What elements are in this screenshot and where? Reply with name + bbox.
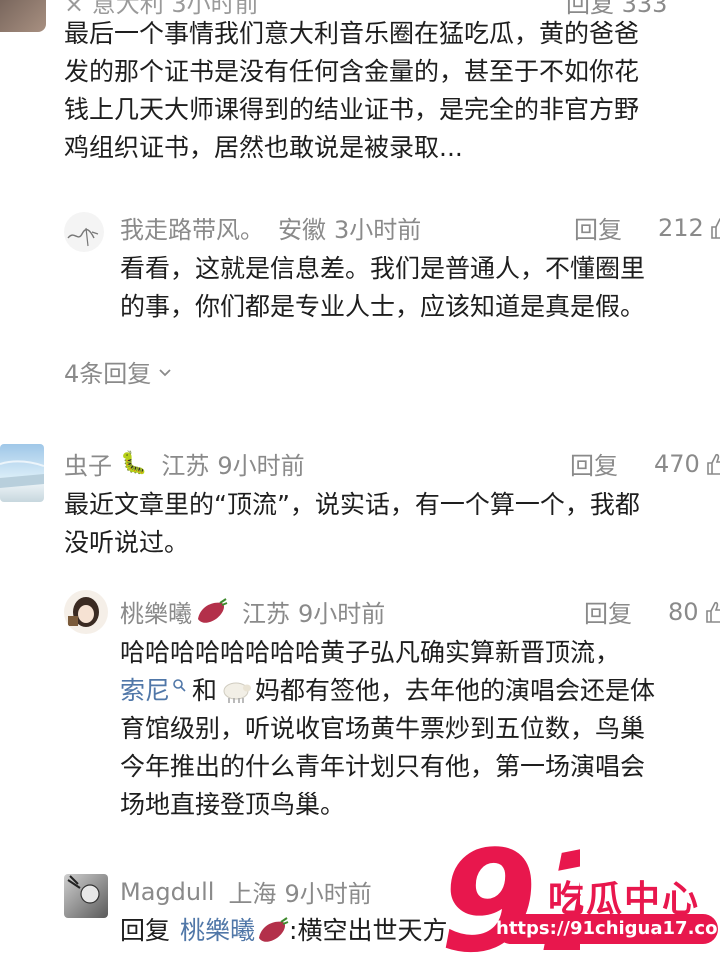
location: 江苏 [161, 452, 210, 480]
mention-link[interactable]: 桃樂曦 [180, 912, 255, 950]
comment-body: 最后一个事情我们意大利音乐圈在猛吃瓜，黄的爸爸 发的那个证书是没有任何含金量的，… [64, 19, 640, 162]
location: 安徽 [278, 216, 326, 244]
username[interactable]: 我走路带风。 [120, 210, 264, 245]
reply-body: 看看，这就是信息差。我们是普通人，不懂圈里 的事，你们都是专业人士，应该知道是真… [120, 254, 646, 321]
landscape-icon [0, 460, 44, 488]
reply-body: 哈哈哈哈哈哈哈哈黄子弘凡确实算新晋顶流， 索尼 和 妈都有签他，去年他的演唱会还… [120, 638, 656, 819]
signature-avatar-icon [67, 227, 99, 247]
username[interactable]: 桃樂曦 [120, 594, 192, 629]
sketch-avatar-icon [67, 875, 100, 904]
watermark-url: https://91chigua17.com [496, 914, 720, 944]
thumbs-up-icon[interactable] [705, 600, 720, 624]
avatar[interactable] [64, 874, 108, 918]
thumbs-up-icon[interactable] [710, 216, 720, 240]
reply-actions: 回复 80 [584, 594, 720, 629]
reply-button[interactable]: 回复 [584, 594, 632, 629]
avatar[interactable] [64, 590, 108, 634]
timestamp: 9小时前 [284, 880, 372, 908]
search-icon[interactable] [172, 678, 186, 692]
sheep-icon [223, 682, 252, 703]
like-count: 212 [658, 213, 704, 242]
like-count: 80 [668, 597, 699, 626]
caterpillar-icon: 🐛 [120, 451, 148, 476]
reply-meta: 我走路带风。 安徽 3小时前 [120, 210, 421, 245]
reply-button[interactable]: 回复 [574, 210, 622, 245]
username[interactable]: Magdull [120, 878, 214, 906]
location: 江苏 [242, 600, 290, 628]
cartoon-girl-avatar-icon [68, 597, 99, 627]
comment-actions: 回复 470 [570, 446, 720, 481]
search-link[interactable]: 索尼 [120, 672, 170, 710]
sweet-potato-icon [198, 597, 228, 623]
chevron-down-icon [159, 368, 171, 376]
timestamp: 9小时前 [298, 600, 386, 628]
more-replies-link[interactable]: 4条回复 [64, 354, 175, 389]
reply-button[interactable]: 回复 [570, 446, 618, 481]
comment-feed: × 意大利 3小时前 回复 333 最后一个事情我们意大利音乐圈在猛吃瓜，黄的爸… [0, 0, 720, 960]
comment-meta: 虫子 🐛 江苏 9小时前 [64, 446, 305, 481]
reply-actions: 回复 212 [574, 210, 720, 245]
avatar[interactable] [0, 444, 44, 502]
thumbs-up-icon[interactable] [706, 452, 720, 476]
sweet-potato-icon [259, 917, 289, 942]
avatar[interactable] [0, 0, 46, 32]
timestamp: 3小时前 [334, 216, 422, 244]
avatar[interactable] [64, 212, 104, 252]
comment-body: 最近文章里的“顶流”，说实话，有一个算一个，我都 没听说过。 [64, 490, 640, 557]
reply-meta: 桃樂曦 江苏 9小时前 [120, 594, 385, 629]
timestamp: 9小时前 [217, 452, 305, 480]
location: 上海 [228, 880, 277, 908]
like-count: 470 [654, 449, 700, 478]
username[interactable]: 虫子 [64, 446, 112, 481]
reply-meta: Magdull 上海 9小时前 [120, 874, 372, 909]
